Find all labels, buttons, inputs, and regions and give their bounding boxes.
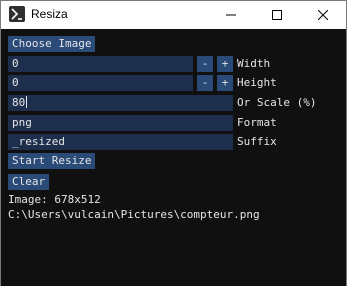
text-cursor [26,96,28,108]
image-path-text: C:\Users\vulcain\Pictures\compteur.png [8,208,260,221]
scale-value: 80 [12,96,26,109]
width-input[interactable]: 0 [8,56,193,72]
app-icon [9,6,25,22]
close-icon [318,10,328,20]
format-input[interactable]: png [8,115,233,131]
app-window: Resiza Choose Image 0 - + Width 0 - + He… [0,0,347,286]
main-panel: Choose Image 0 - + Width 0 - + Height 80… [1,29,346,286]
window-title: Resiza [31,7,68,21]
maximize-icon [272,10,282,20]
title-bar[interactable]: Resiza [1,1,346,29]
width-label: Width [237,57,271,70]
height-increment-button[interactable]: + [217,75,233,91]
width-increment-button[interactable]: + [217,56,233,72]
format-label: Format [237,116,277,129]
height-label: Height [237,76,277,89]
height-input[interactable]: 0 [8,75,193,91]
minimize-button[interactable] [208,1,254,29]
suffix-label: Suffix [237,135,277,148]
minimize-icon [226,14,236,16]
image-size-text: Image: 678x512 [8,193,101,206]
height-decrement-button[interactable]: - [197,75,213,91]
width-decrement-button[interactable]: - [197,56,213,72]
scale-input[interactable]: 80 [8,95,233,111]
maximize-button[interactable] [254,1,300,29]
scale-label: Or Scale (%) [237,96,317,109]
choose-image-button[interactable]: Choose Image [8,36,96,52]
close-button[interactable] [300,1,346,29]
suffix-input[interactable]: _resized [8,134,233,150]
clear-button[interactable]: Clear [8,174,50,190]
start-resize-button[interactable]: Start Resize [8,153,96,169]
